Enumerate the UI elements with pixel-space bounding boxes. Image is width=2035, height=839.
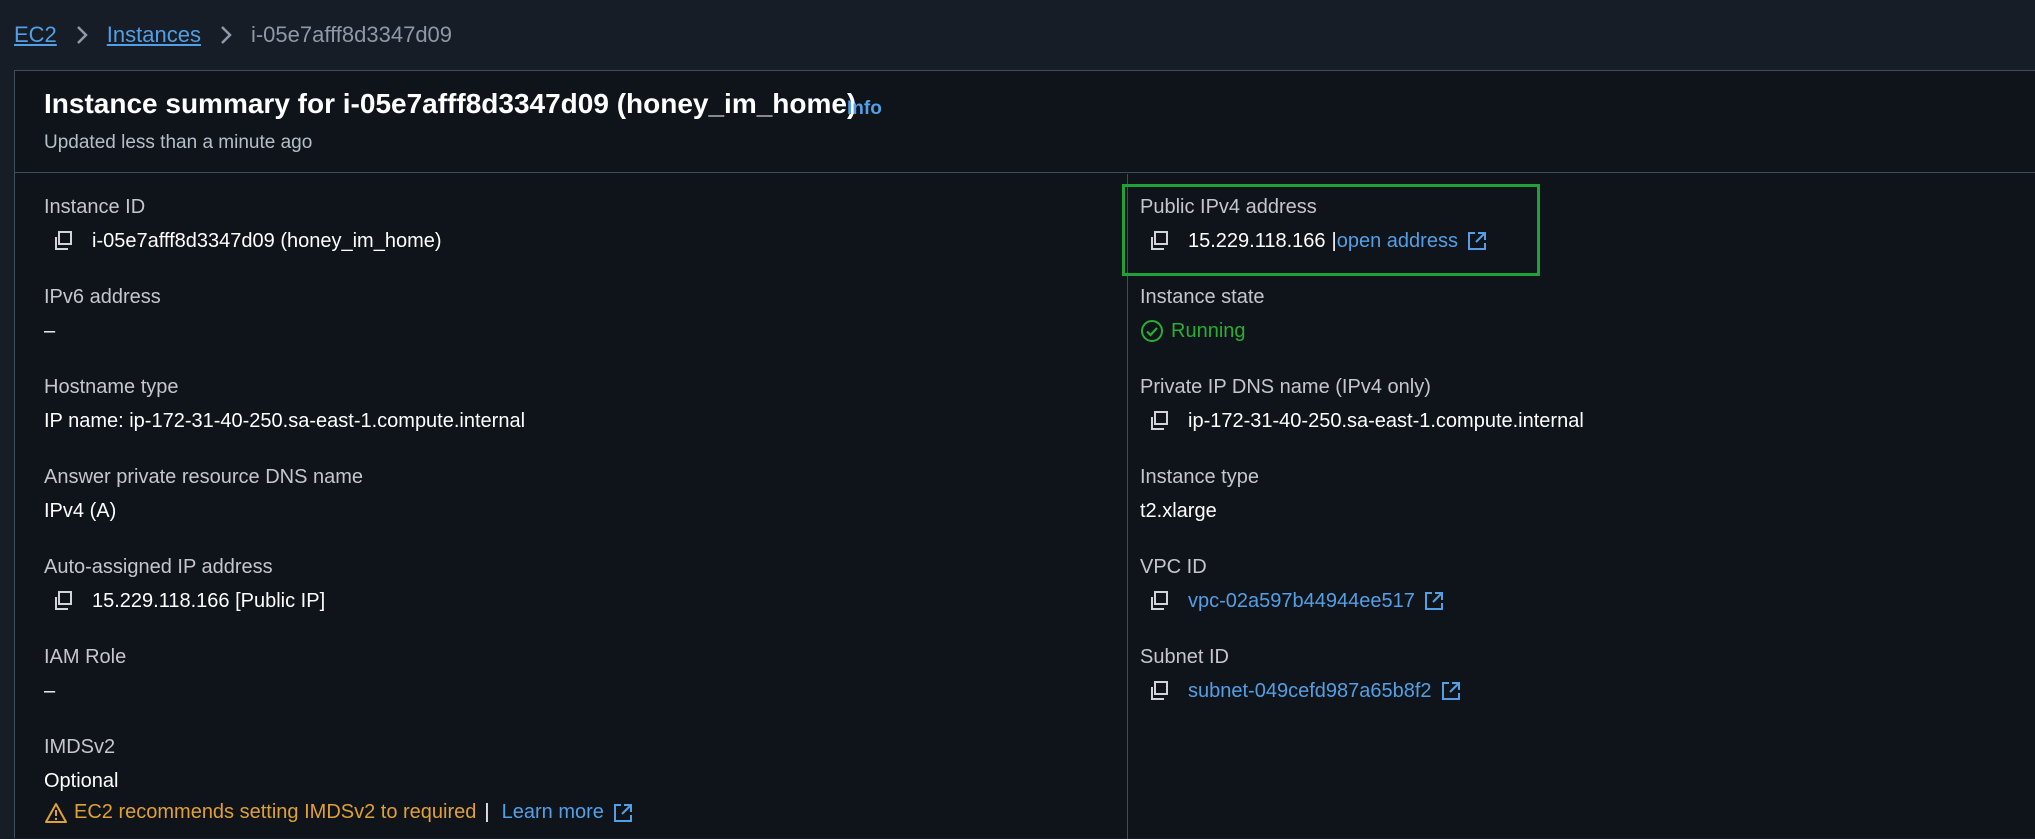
vpc-id-link[interactable]: vpc-02a597b44944ee517: [1188, 590, 1415, 613]
subnet-id-label: Subnet ID: [1140, 646, 1229, 668]
hostname-type-label: Hostname type: [44, 376, 179, 398]
info-link[interactable]: Info: [847, 98, 882, 120]
vpc-id-value-row: vpc-02a597b44944ee517: [1146, 587, 1445, 615]
chevron-right-icon: [219, 25, 233, 45]
private-dns-value: ip-172-31-40-250.sa-east-1.compute.inter…: [1188, 409, 1584, 432]
imdsv2-warning: EC2 recommends setting IMDSv2 to require…: [44, 801, 634, 824]
instance-state-label: Instance state: [1140, 286, 1265, 308]
instance-id-label: Instance ID: [44, 196, 146, 218]
imdsv2-value: Optional: [44, 769, 119, 792]
hostname-type-value: IP name: ip-172-31-40-250.sa-east-1.comp…: [44, 409, 526, 432]
instance-state-value-row: Running: [1140, 317, 1265, 345]
instance-state-value: Running: [1171, 319, 1246, 342]
instance-type-label: Instance type: [1140, 466, 1259, 488]
iam-role-label: IAM Role: [44, 646, 127, 668]
breadcrumb-instances-link[interactable]: Instances: [107, 22, 201, 48]
field-vpc-id: VPC ID vpc-02a597b44944ee517: [1140, 556, 1445, 615]
copy-icon[interactable]: [1146, 408, 1172, 434]
answer-dns-label: Answer private resource DNS name: [44, 466, 364, 488]
external-link-icon[interactable]: [1423, 590, 1445, 612]
field-instance-type: Instance type t2.xlarge: [1140, 466, 1259, 525]
subnet-id-value-row: subnet-049cefd987a65b8f2: [1146, 677, 1462, 705]
separator: |: [484, 801, 490, 823]
ipv6-label: IPv6 address: [44, 286, 161, 308]
updated-status: Updated less than a minute ago: [44, 132, 313, 153]
copy-icon[interactable]: [1146, 588, 1172, 614]
check-circle-icon: [1140, 319, 1164, 343]
auto-ip-value: 15.229.118.166 [Public IP]: [92, 589, 326, 612]
page-title: Instance summary for i-05e7afff8d3347d09…: [44, 88, 857, 119]
breadcrumb-current: i-05e7afff8d3347d09: [250, 22, 453, 47]
private-dns-value-row: ip-172-31-40-250.sa-east-1.compute.inter…: [1146, 407, 1584, 435]
external-link-icon[interactable]: [1440, 680, 1462, 702]
copy-icon[interactable]: [50, 588, 76, 614]
panel-header: Instance summary for i-05e7afff8d3347d09…: [15, 71, 2035, 173]
imdsv2-warning-text: EC2 recommends setting IMDSv2 to require…: [74, 801, 477, 823]
external-link-icon[interactable]: [612, 802, 634, 824]
imdsv2-label: IMDSv2: [44, 736, 116, 758]
field-answer-dns: Answer private resource DNS name IPv4 (A…: [44, 466, 363, 525]
field-instance-state: Instance state Running: [1140, 286, 1265, 345]
instance-summary-panel: Instance summary for i-05e7afff8d3347d09…: [14, 70, 2035, 839]
breadcrumb: EC2 Instances i-05e7afff8d3347d09: [0, 0, 2035, 70]
chevron-right-icon: [75, 25, 89, 45]
subnet-id-link[interactable]: subnet-049cefd987a65b8f2: [1188, 680, 1432, 703]
copy-icon[interactable]: [1146, 678, 1172, 704]
field-imdsv2: IMDSv2 Optional EC2 recommends setting I…: [44, 736, 634, 824]
instance-id-value-row: i-05e7afff8d3347d09 (honey_im_home): [50, 227, 442, 255]
instance-type-value: t2.xlarge: [1140, 499, 1217, 522]
copy-icon[interactable]: [50, 228, 76, 254]
warning-icon: [44, 802, 68, 824]
vpc-id-label: VPC ID: [1140, 556, 1207, 578]
auto-ip-label: Auto-assigned IP address: [44, 556, 273, 578]
ipv6-value: –: [44, 319, 56, 342]
answer-dns-value: IPv4 (A): [44, 499, 117, 522]
field-hostname-type: Hostname type IP name: ip-172-31-40-250.…: [44, 376, 525, 435]
instance-id-value: i-05e7afff8d3347d09 (honey_im_home): [92, 229, 442, 252]
field-instance-id: Instance ID i-05e7afff8d3347d09 (honey_i…: [44, 196, 442, 255]
learn-more-link[interactable]: Learn more: [502, 801, 604, 824]
field-auto-assigned-ip: Auto-assigned IP address 15.229.118.166 …: [44, 556, 325, 615]
highlight-box: [1122, 184, 1540, 276]
breadcrumb-ec2-link[interactable]: EC2: [14, 22, 57, 48]
private-dns-label: Private IP DNS name (IPv4 only): [1140, 376, 1431, 398]
iam-role-value: –: [44, 679, 56, 702]
field-iam-role: IAM Role –: [44, 646, 126, 705]
field-ipv6: IPv6 address –: [44, 286, 161, 345]
field-subnet-id: Subnet ID subnet-049cefd987a65b8f2: [1140, 646, 1462, 705]
auto-ip-value-row: 15.229.118.166 [Public IP]: [50, 587, 325, 615]
field-private-dns: Private IP DNS name (IPv4 only) ip-172-3…: [1140, 376, 1584, 435]
